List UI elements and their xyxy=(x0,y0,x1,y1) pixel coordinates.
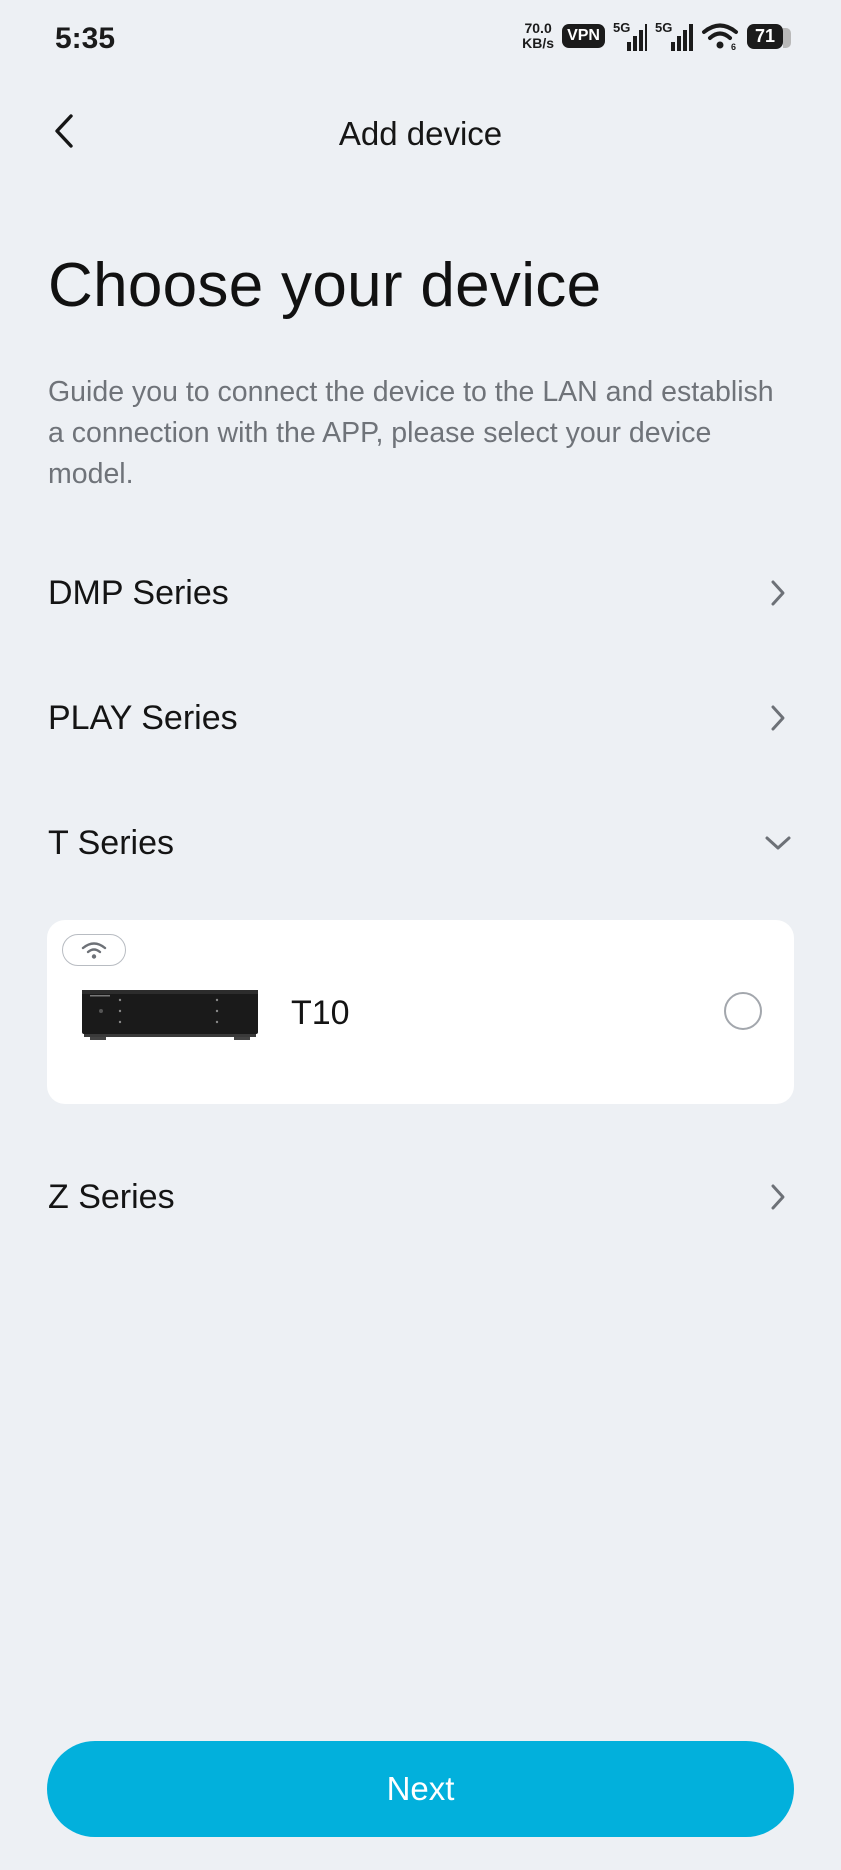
device-card-t10[interactable]: T10 xyxy=(47,920,794,1104)
series-row-z[interactable]: Z Series xyxy=(48,1157,793,1237)
chevron-down-icon xyxy=(763,828,793,858)
wifi-status-icon: 6 xyxy=(701,23,738,51)
series-label: DMP Series xyxy=(48,573,229,612)
chevron-right-icon xyxy=(763,1182,793,1212)
network-speed-value: 70.0 xyxy=(524,20,552,36)
network-speed: 70.0 KB/s xyxy=(522,21,554,51)
app-header: Add device xyxy=(0,95,841,175)
sim2-network-type: 5G xyxy=(654,20,673,35)
status-bar: 5:35 70.0 KB/s VPN 5G 5G 6 71 xyxy=(0,0,841,78)
sim2-signal-icon: 5G xyxy=(655,20,693,52)
series-row-t[interactable]: T Series xyxy=(48,803,793,883)
next-button[interactable]: Next xyxy=(47,1741,794,1837)
wifi-icon xyxy=(81,942,107,959)
sim1-signal-icon: 5G xyxy=(613,20,647,52)
device-name: T10 xyxy=(291,994,350,1032)
status-time: 5:35 xyxy=(55,22,116,55)
vpn-badge: VPN xyxy=(562,24,605,48)
series-label: PLAY Series xyxy=(48,698,238,737)
device-select-radio[interactable] xyxy=(724,992,762,1030)
series-label: T Series xyxy=(48,823,174,862)
battery-indicator: 71 xyxy=(746,23,792,49)
page-title: Choose your device xyxy=(48,251,602,320)
svg-text:6: 6 xyxy=(731,42,736,51)
series-row-play[interactable]: PLAY Series xyxy=(48,678,793,758)
network-speed-unit: KB/s xyxy=(522,35,555,51)
chevron-right-icon xyxy=(763,578,793,608)
series-label: Z Series xyxy=(48,1177,175,1216)
series-row-dmp[interactable]: DMP Series xyxy=(48,553,793,633)
status-icons: 70.0 KB/s VPN 5G 5G 6 71 xyxy=(522,20,792,52)
header-title: Add device xyxy=(338,115,503,152)
page-description: Guide you to connect the device to the L… xyxy=(48,376,774,490)
wifi-connection-badge xyxy=(62,934,126,966)
chevron-right-icon xyxy=(763,703,793,733)
sim1-network-type: 5G xyxy=(612,20,631,35)
device-image xyxy=(80,986,260,1042)
